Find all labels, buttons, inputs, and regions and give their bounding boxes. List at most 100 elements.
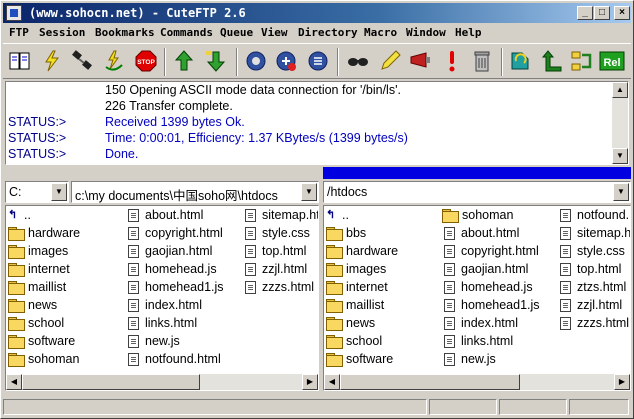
menu-ftp[interactable]: FTP [9,26,29,39]
drive-select[interactable]: C: ▼ [5,181,69,203]
scroll-up-button[interactable]: ▲ [612,82,628,98]
folder-item[interactable]: school [8,314,80,332]
menu-directory[interactable]: Directory [298,26,358,39]
file-item[interactable]: gaojian.html [126,242,224,260]
file-item[interactable]: links.html [442,332,540,350]
upload-icon[interactable] [171,48,197,74]
minimize-button[interactable]: _ [577,6,593,20]
file-item[interactable]: style.css [243,224,318,242]
file-item[interactable]: homehead.js [126,260,224,278]
address-book-icon[interactable] [7,48,33,74]
menu-help[interactable]: Help [455,26,482,39]
title-bar[interactable]: (www.sohocn.net) - CuteFTP 2.6 _ □ × [3,3,631,23]
scroll-right-button[interactable]: ▶ [302,374,318,390]
chevron-down-icon[interactable]: ▼ [301,183,317,201]
local-hscrollbar[interactable]: ◀ ▶ [6,374,318,390]
file-item[interactable]: homehead.js [442,278,540,296]
scroll-right-button[interactable]: ▶ [614,374,630,390]
folder-item[interactable]: internet [326,278,398,296]
app-icon[interactable] [6,5,22,21]
stop-icon[interactable]: STOP [133,48,159,74]
folder-item[interactable]: software [326,350,398,368]
folder-item[interactable]: hardware [326,242,398,260]
file-item[interactable]: top.html [243,242,318,260]
file-item[interactable]: copyright.html [442,242,540,260]
file-item[interactable]: new.js [126,332,224,350]
file-item[interactable]: zzjl.html [558,296,630,314]
folder-item[interactable]: school [326,332,398,350]
remote-path-select[interactable]: /htdocs ▼ [323,181,631,203]
menu-view[interactable]: View [261,26,288,39]
connect-icon[interactable] [39,48,65,74]
scroll-left-button[interactable]: ◀ [6,374,22,390]
parent-dir-item[interactable]: ↰.. [326,206,398,224]
chevron-down-icon[interactable]: ▼ [51,183,67,201]
new-folder-icon[interactable] [273,48,299,74]
log-panel[interactable]: 150 Opening ASCII mode data connection f… [5,81,629,165]
folder-item[interactable]: software [8,332,80,350]
menu-queue[interactable]: Queue [220,26,253,39]
glasses-icon[interactable] [345,48,371,74]
menu-macro[interactable]: Macro [364,26,397,39]
folder-item[interactable]: sohoman [442,206,540,224]
file-item[interactable]: notfound.html [126,350,224,368]
folder-item[interactable]: images [8,242,80,260]
remote-hscrollbar[interactable]: ◀ ▶ [324,374,630,390]
file-item[interactable]: copyright.html [126,224,224,242]
maximize-button[interactable]: □ [594,6,610,20]
download-icon[interactable] [203,48,229,74]
sync-icon[interactable] [569,48,595,74]
file-item[interactable]: zzzs.html [558,314,630,332]
folder-item[interactable]: news [8,296,80,314]
folder-item[interactable]: news [326,314,398,332]
file-item[interactable]: index.html [126,296,224,314]
file-item[interactable]: homehead1.js [126,278,224,296]
scroll-left-button[interactable]: ◀ [324,374,340,390]
file-item[interactable]: ztzs.html [558,278,630,296]
log-icon[interactable] [407,48,433,74]
file-item[interactable]: top.html [558,260,630,278]
local-path-select[interactable]: c:\my documents\中国soho网\htdocs ▼ [71,181,319,203]
menu-session[interactable]: Session [39,26,85,39]
file-item[interactable]: about.html [126,206,224,224]
refresh-icon[interactable] [243,48,269,74]
file-item[interactable]: links.html [126,314,224,332]
file-item[interactable]: sitemap.html [558,224,630,242]
reconnect-icon[interactable] [101,48,127,74]
log-scrollbar[interactable]: ▲ ▼ [612,82,628,164]
file-item[interactable]: zzjl.html [243,260,318,278]
file-item[interactable]: style.css [558,242,630,260]
file-item[interactable]: new.js [442,350,540,368]
chevron-down-icon[interactable]: ▼ [613,183,629,201]
file-item[interactable]: gaojian.html [442,260,540,278]
scroll-thumb[interactable] [22,374,200,390]
disconnect-icon[interactable] [69,48,95,74]
file-item[interactable]: index.html [442,314,540,332]
folder-item[interactable]: sohoman [8,350,80,368]
scroll-down-button[interactable]: ▼ [612,148,628,164]
file-item[interactable]: homehead1.js [442,296,540,314]
alert-icon[interactable] [439,48,465,74]
menu-bookmarks[interactable]: Bookmarks [95,26,155,39]
file-item[interactable]: notfound.html [558,206,630,224]
delete-icon[interactable] [469,48,495,74]
file-item[interactable]: zzzs.html [243,278,318,296]
remote-file-list[interactable]: ↰.. bbs hardware images internet maillist news… [323,205,631,391]
folder-item[interactable]: images [326,260,398,278]
folder-item[interactable]: maillist [326,296,398,314]
folder-item[interactable]: maillist [8,278,80,296]
file-item[interactable]: sitemap.html [243,206,318,224]
menu-commands[interactable]: Commands [160,26,213,39]
rel-icon[interactable]: Rel [599,48,625,74]
edit-icon[interactable] [377,48,403,74]
file-item[interactable]: about.html [442,224,540,242]
menu-window[interactable]: Window [406,26,446,39]
local-file-list[interactable]: ↰.. hardware images internet maillist news sch… [5,205,319,391]
folder-item[interactable]: internet [8,260,80,278]
scroll-thumb[interactable] [340,374,520,390]
queue-icon[interactable] [305,48,331,74]
parent-dir-item[interactable]: ↰.. [8,206,80,224]
folder-item[interactable]: hardware [8,224,80,242]
up-dir-icon[interactable] [539,48,565,74]
folder-item[interactable]: bbs [326,224,398,242]
